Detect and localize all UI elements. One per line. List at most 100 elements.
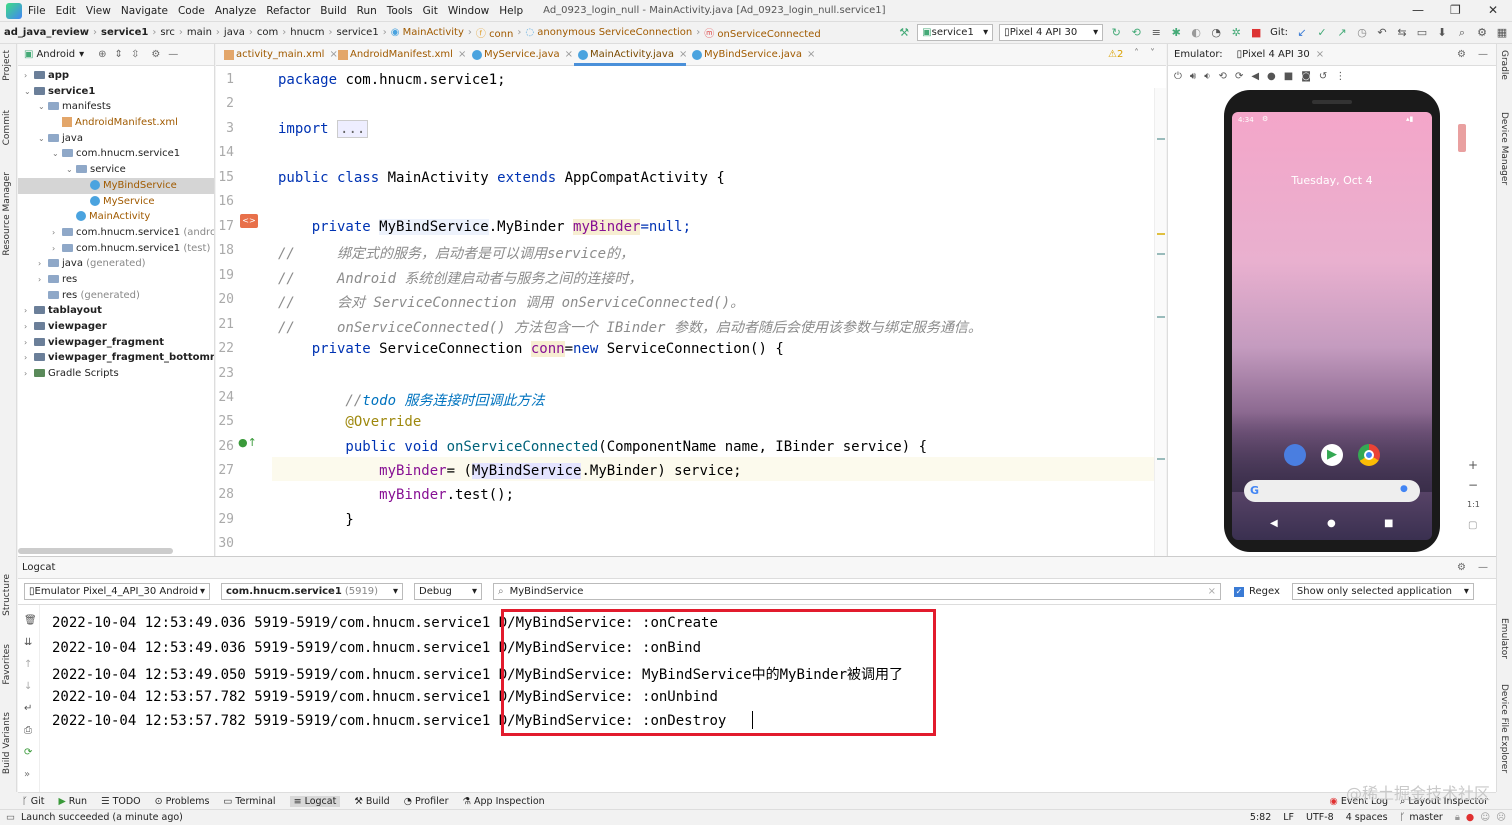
menu-help[interactable]: Help — [499, 5, 523, 17]
horizontal-scrollbar[interactable] — [18, 548, 173, 554]
nav-home-icon[interactable]: ● — [1327, 518, 1336, 529]
line-number[interactable]: 19 — [216, 268, 234, 283]
error-stripe[interactable] — [1154, 88, 1166, 556]
close-tab-icon[interactable]: × — [679, 49, 687, 60]
class-gutter-icon[interactable]: <> — [240, 214, 258, 228]
cursor-position[interactable]: 5:82 — [1250, 812, 1271, 823]
hide-icon[interactable]: — — [1478, 558, 1488, 578]
line-separator[interactable]: LF — [1283, 812, 1294, 823]
tool-gradle[interactable]: Gradle — [1499, 50, 1509, 80]
print-icon[interactable]: ⎙ — [24, 725, 32, 736]
messages-app-icon[interactable] — [1284, 444, 1306, 466]
gear-icon[interactable]: ⚙ — [1457, 49, 1466, 60]
up-icon[interactable]: ↑ — [24, 659, 32, 670]
run-config-select[interactable]: ▣ service1 ▾ — [917, 24, 994, 41]
rotate-left-icon[interactable]: ⟲ — [1219, 71, 1227, 82]
emulator-device-tab[interactable]: Pixel 4 API 30 — [1242, 49, 1310, 60]
tab-profiler[interactable]: ◔ Profiler — [404, 796, 449, 807]
restart-icon[interactable]: ⟳ — [24, 747, 32, 758]
menu-run[interactable]: Run — [357, 5, 377, 17]
locate-icon[interactable]: ⊕ — [98, 49, 106, 60]
tree-item[interactable]: MyBindService — [18, 177, 214, 194]
rollback-icon[interactable]: ↶ — [1375, 26, 1389, 40]
collapse-arrow-icon[interactable]: › — [24, 335, 34, 351]
device-manager-icon[interactable]: ▭ — [1415, 26, 1429, 40]
more-icon[interactable]: ⋮ — [1335, 71, 1345, 82]
phone-screen[interactable]: 4:34 ⚙ ▴▮ Tuesday, Oct 4 ▶ G ● ◀ ● ■ — [1232, 112, 1432, 540]
face-icon[interactable]: ☹ — [1496, 812, 1506, 823]
tree-item[interactable]: ⌄ service1 — [18, 84, 214, 100]
line-number[interactable]: 2 — [216, 96, 234, 111]
volume-up-icon[interactable]: 🔊︎ — [1190, 71, 1196, 82]
tree-item[interactable]: › app — [18, 68, 214, 84]
collapse-arrow-icon[interactable]: › — [24, 303, 34, 319]
coverage-icon[interactable]: ◐ — [1189, 26, 1203, 40]
line-number[interactable]: 1 — [216, 72, 234, 87]
collapse-arrow-icon[interactable]: › — [24, 366, 34, 382]
tool-project[interactable]: Project — [2, 50, 12, 81]
prev-highlight-icon[interactable]: ˄ — [1134, 48, 1139, 59]
sdk-manager-icon[interactable]: ⬇ — [1435, 26, 1449, 40]
close-tab-icon[interactable]: × — [565, 49, 573, 60]
menu-edit[interactable]: Edit — [56, 5, 76, 17]
line-number[interactable]: 20 — [216, 292, 234, 307]
zoom-out-icon[interactable]: − — [1468, 478, 1478, 492]
snapshot-icon[interactable]: ↺ — [1319, 71, 1327, 82]
tool-build-variants[interactable]: Build Variants — [2, 712, 12, 774]
clear-icon[interactable]: × — [1208, 586, 1216, 597]
collapse-arrow-icon[interactable]: › — [24, 350, 34, 366]
line-number[interactable]: 25 — [216, 414, 234, 429]
menu-file[interactable]: File — [28, 5, 46, 17]
tree-item[interactable]: AndroidManifest.xml — [18, 115, 214, 131]
breadcrumb-anonymous[interactable]: ◌ anonymous ServiceConnection — [525, 27, 692, 38]
maximize-icon[interactable]: ❐ — [1450, 3, 1461, 17]
code-editor[interactable]: package com.hnucm.service1; import ... p… — [278, 66, 1158, 556]
line-number[interactable]: 17 — [216, 219, 234, 234]
menu-git[interactable]: Git — [423, 5, 438, 17]
breadcrumb-service1[interactable]: service1 — [337, 27, 379, 38]
menu-analyze[interactable]: Analyze — [215, 5, 256, 17]
hide-icon[interactable]: — — [168, 49, 178, 60]
stop-icon[interactable]: ■ — [1249, 26, 1263, 40]
google-search-bar[interactable]: G ● — [1244, 480, 1420, 502]
history-icon[interactable]: ◷ — [1355, 26, 1369, 40]
back-icon[interactable]: ◀ — [1251, 71, 1259, 82]
breadcrumb-java[interactable]: java — [224, 27, 245, 38]
tab-mainactivity[interactable]: MainActivity.java × — [574, 44, 687, 66]
search-icon[interactable]: ⌕ — [1455, 26, 1469, 40]
line-number[interactable]: 23 — [216, 366, 234, 381]
apply-changes-icon[interactable]: ⟲ — [1129, 26, 1143, 40]
expand-arrow-icon[interactable]: ⌄ — [24, 84, 34, 100]
tab-mybindservice[interactable]: MyBindService.java × — [688, 44, 815, 66]
logcat-process-select[interactable]: com.hnucm.service1 (5919) ▾ — [221, 583, 403, 600]
status-layout-icon[interactable]: ▭ — [6, 812, 15, 823]
collapse-arrow-icon[interactable]: › — [38, 272, 48, 288]
tree-item[interactable]: res (generated) — [18, 288, 214, 304]
line-number[interactable]: 14 — [216, 145, 234, 160]
overview-icon[interactable]: ■ — [1284, 71, 1293, 82]
gear-icon[interactable]: ⚙ — [151, 49, 160, 60]
debug-icon[interactable]: ✱ — [1169, 26, 1183, 40]
close-tab-icon[interactable]: × — [458, 49, 466, 60]
expand-arrow-icon[interactable]: ⌄ — [38, 99, 48, 115]
soft-wrap-icon[interactable]: ↵ — [24, 703, 32, 714]
expand-arrow-icon[interactable]: ⌄ — [52, 146, 62, 162]
line-number[interactable]: 16 — [216, 194, 234, 209]
scroll-to-end-icon[interactable]: ⇊ — [24, 637, 32, 648]
profile-icon[interactable]: ◔ — [1209, 26, 1223, 40]
tool-favorites[interactable]: Favorites — [2, 644, 12, 685]
volume-down-icon[interactable]: 🔉︎ — [1204, 71, 1210, 82]
breadcrumb-conn[interactable]: ⓕ conn — [476, 25, 513, 40]
tab-androidmanifest[interactable]: AndroidManifest.xml × — [334, 44, 466, 66]
file-encoding[interactable]: UTF-8 — [1306, 812, 1334, 823]
tab-build[interactable]: ⚒ Build — [354, 796, 389, 807]
gear-icon[interactable]: ⚙ — [1457, 558, 1466, 578]
tab-app-inspection[interactable]: ⚗ App Inspection — [462, 796, 544, 807]
collapse-arrow-icon[interactable]: › — [52, 225, 62, 241]
git-push-icon[interactable]: ↗ — [1335, 26, 1349, 40]
collapse-arrow-icon[interactable]: › — [52, 241, 62, 257]
collapse-arrow-icon[interactable]: › — [24, 319, 34, 335]
line-number[interactable]: 28 — [216, 487, 234, 502]
settings-icon[interactable]: ⚙ — [1475, 26, 1489, 40]
tab-git[interactable]: ᚴ Git — [22, 796, 44, 807]
